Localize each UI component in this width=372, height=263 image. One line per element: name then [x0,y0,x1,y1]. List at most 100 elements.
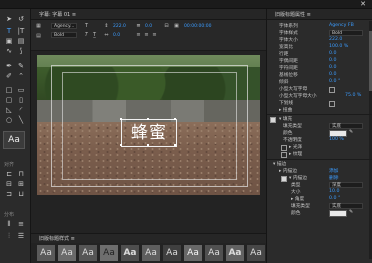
prop-fill-type: 填充类型 实底 [267,123,372,130]
new-title-icon[interactable]: ▦ [35,23,42,29]
kerning-value[interactable]: 0.0 [113,33,120,38]
add-inner-stroke-link[interactable]: 添加 [329,168,338,174]
distribute-top-icon[interactable]: ≡ [15,219,27,229]
styles-tab[interactable]: 旧版标题样式 ≡ [39,235,75,242]
prop-fill-section[interactable]: ▾ 填充 [267,116,372,123]
add-anchor-tool-icon[interactable]: ✐ [3,71,15,81]
rotate-tool-icon[interactable]: ↺ [15,14,27,24]
style-swatch[interactable]: Aa [121,245,139,261]
align-right-icon[interactable]: ⊐ [3,189,15,199]
show-background-icon[interactable]: ▣ [173,23,180,29]
style-swatch[interactable]: Aa [79,245,97,261]
distribute-left-icon[interactable]: ⫴ [3,219,15,229]
font-size-value[interactable]: 222.0 [113,24,126,29]
vertical-path-type-tool-icon[interactable]: ⟆ [15,46,27,56]
rounded-rectangle-tool-icon[interactable]: ▢ [3,95,15,105]
editor-tab-bar: 字幕: 字幕 01 ≡ [31,9,266,20]
align-right-text-icon[interactable]: ≡ [151,32,158,38]
editor-tab[interactable]: 字幕: 字幕 01 ≡ [39,11,76,18]
font-family-dropdown[interactable]: Agency... [51,23,77,29]
distribute-center-icon[interactable]: ⫶ [3,231,15,241]
roll-crawl-icon[interactable]: ▤ [35,33,42,39]
close-icon[interactable]: ✕ [358,0,368,8]
distribute-section-label: 分布 [4,212,15,218]
distribute-middle-icon[interactable]: ☰ [15,231,27,241]
fill-type-select[interactable]: 实底 [329,123,363,129]
rounded-corner-rectangle-icon[interactable]: ▯ [15,95,27,105]
style-swatch[interactable]: Aa [205,245,223,261]
style-swatch[interactable]: Aa [142,245,160,261]
prop-underline: 下划线 [267,100,372,107]
prop-stroke-section[interactable]: ▾ 描边 [267,161,372,168]
stroke-type-select[interactable]: 深度 [329,182,363,188]
timecode[interactable]: 00:00:00:00 [184,24,211,29]
align-center-icon[interactable]: ⊟ [3,179,15,189]
style-swatch[interactable]: Aa [226,245,244,261]
stroke-fill-type-select[interactable]: 实底 [329,203,363,209]
align-bottom-icon[interactable]: ⊔ [15,189,27,199]
style-swatch[interactable]: Aa [163,245,181,261]
prop-slant: 倾斜 0.0 ° [279,79,341,85]
resize-handle[interactable] [120,144,122,146]
convert-anchor-tool-icon[interactable]: ⌃ [15,71,27,81]
style-swatch[interactable]: Aa [184,245,202,261]
arc-tool-icon[interactable]: ◜ [15,105,27,115]
ellipse-tool-icon[interactable]: ○ [3,115,15,125]
align-middle-icon[interactable]: ⊞ [15,179,27,189]
resize-handle[interactable] [147,144,149,146]
prop-sheen[interactable]: ▸ 光泽 [267,144,372,151]
align-top-icon[interactable]: ⊓ [15,169,27,179]
font-style-select[interactable]: Bold [329,30,363,36]
video-preview[interactable]: 蜂蜜 [37,55,260,195]
eyedropper-icon[interactable]: ✎ [349,209,353,215]
eyedropper-icon[interactable]: ✎ [349,129,353,135]
vertical-area-type-tool-icon[interactable]: ▤ [15,36,27,46]
clipped-corner-rectangle-icon[interactable]: ▭ [15,85,27,95]
align-left-icon[interactable]: ⊏ [3,169,15,179]
title-text-box[interactable]: 蜂蜜 [121,119,177,147]
resize-handle[interactable] [120,118,122,120]
prop-font-size: 字体大小 222.0 [279,37,343,43]
wedge-tool-icon[interactable]: ◺ [3,105,15,115]
selection-tool-icon[interactable]: ➤ [3,14,15,24]
app-window: ✕ ➤ ↺ T |T ▣ ▤ ∿ ⟆ ✒ ✎ ✐ ⌃ □ ▭ ▢ ▯ ◺ ◜ ○… [0,0,372,263]
pen-tool-icon[interactable]: ✒ [3,61,15,71]
prop-leading: 行距 0.0 [279,51,337,57]
bold-icon[interactable]: T [83,23,90,29]
font-style-dropdown[interactable]: Bold [51,32,77,38]
vertical-type-tool-icon[interactable]: |T [15,26,27,36]
delete-inner-stroke-link[interactable]: 删除 [329,175,338,181]
title-properties-panel: 旧版标题属性 ≡ 字体系列 Agency FB 字体样式 Bold 字体大小 222.… [266,9,372,263]
tab-stops-icon[interactable]: ⊟ [163,23,170,29]
line-tool-icon[interactable]: ╲ [15,115,27,125]
stroke-color-swatch[interactable] [329,210,347,217]
title-editor-panel: 字幕: 字幕 01 ≡ ▦ ▤ Agency... Bold T 𝑇 T̲ ⇕ … [31,9,266,263]
underline-icon[interactable]: T̲ [91,32,98,38]
italic-icon[interactable]: 𝑇 [83,32,90,38]
rectangle-tool-icon[interactable]: □ [3,85,15,95]
prop-baseline-shift: 基线位移 0.0 [279,72,337,78]
delete-anchor-tool-icon[interactable]: ✎ [15,61,27,71]
path-type-tool-icon[interactable]: ∿ [3,46,15,56]
leading-value[interactable]: 0.0 [145,24,152,29]
style-swatch[interactable]: Aa [247,245,265,261]
style-swatch[interactable]: Aa [58,245,76,261]
prop-distort[interactable]: ▸ 扭曲 [267,107,372,114]
area-type-tool-icon[interactable]: ▣ [3,36,15,46]
texture-checkbox[interactable] [281,152,287,158]
type-tool-icon[interactable]: T [3,26,15,36]
fill-color-swatch[interactable] [329,130,347,137]
align-center-text-icon[interactable]: ≡ [143,32,150,38]
size-icon: ⇕ [104,23,109,29]
style-swatch[interactable]: Aa [100,245,118,261]
align-left-text-icon[interactable]: ≡ [135,32,142,38]
prop-tracking: 字符间距 0.0 [279,65,337,71]
resize-handle[interactable] [147,118,149,120]
style-preview-swatch: Aa [3,131,25,149]
title-bar: ✕ [0,0,372,9]
resize-handle[interactable] [174,144,176,146]
prop-texture[interactable]: ▸ 纹理 [267,151,372,158]
style-swatch[interactable]: Aa [37,245,55,261]
properties-tab[interactable]: 旧版标题属性 ≡ [275,11,311,18]
resize-handle[interactable] [174,118,176,120]
